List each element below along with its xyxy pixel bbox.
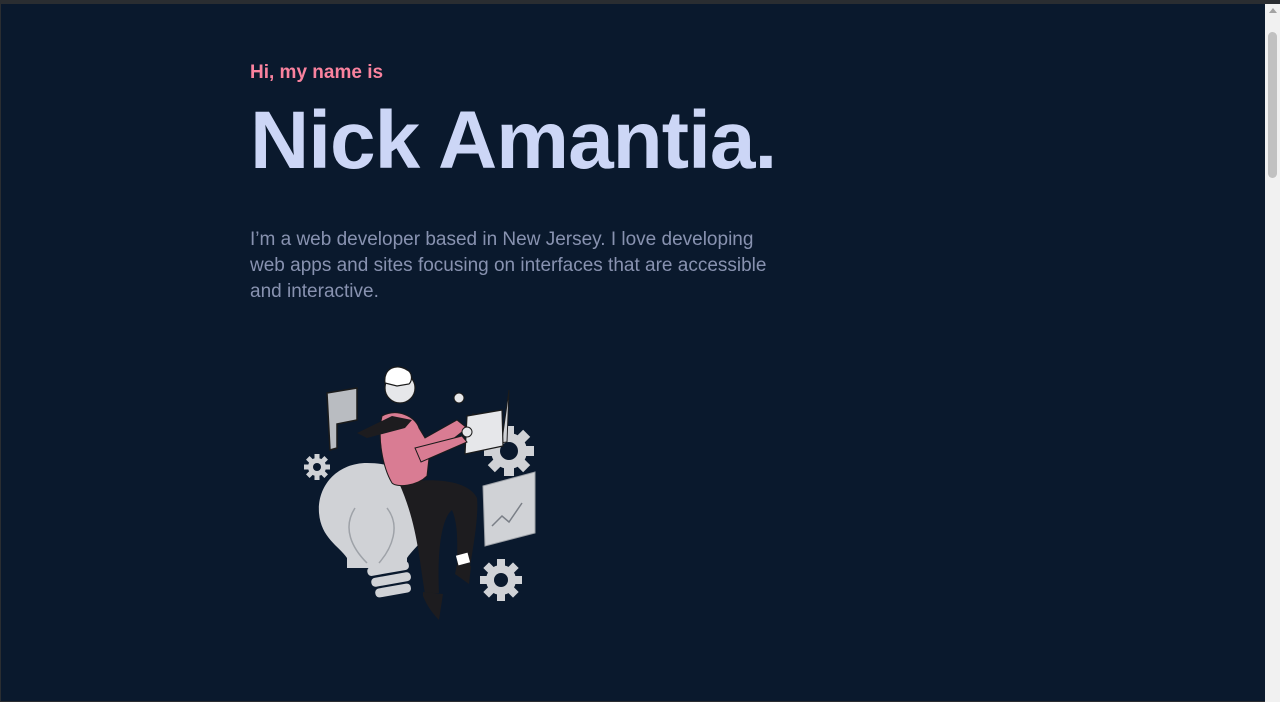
scroll-up-arrow-icon[interactable] [1269,8,1277,13]
greeting-text: Hi, my name is [250,62,384,83]
developer-illustration-icon [304,366,536,620]
vertical-scrollbar[interactable] [1265,4,1280,702]
hero-name: Nick Amantia. [250,95,777,186]
hero-bio: I’m a web developer based in New Jersey.… [250,229,767,302]
page-viewport: Hi, my name is Nick Amantia. I’m a web d… [1,4,1265,701]
scroll-thumb[interactable] [1268,32,1277,178]
